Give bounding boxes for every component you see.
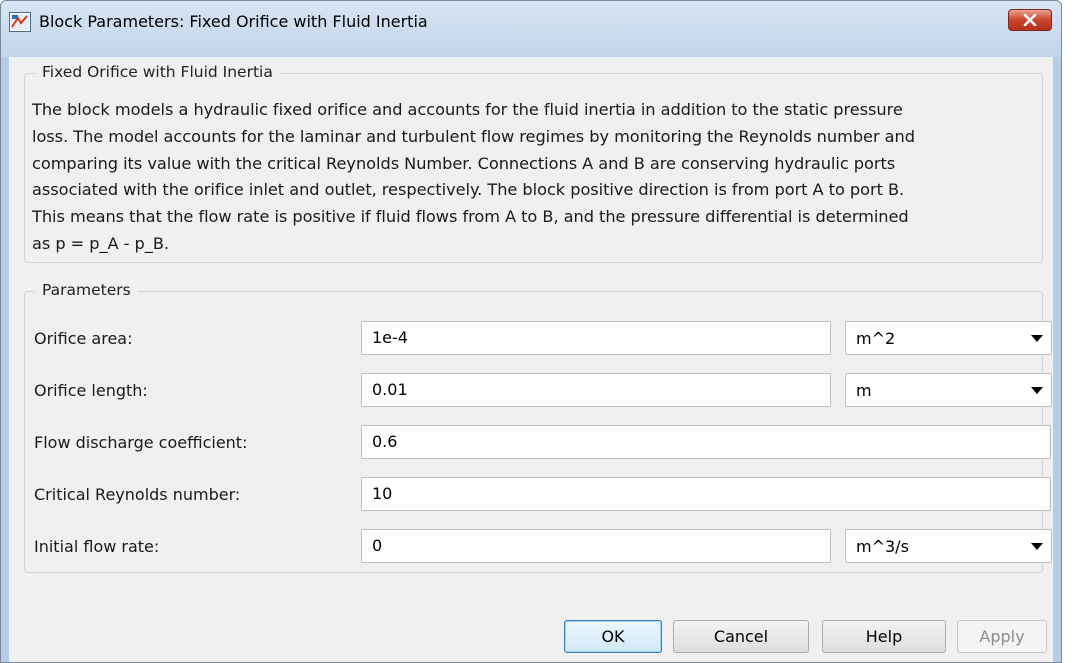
parameters-legend: Parameters bbox=[35, 281, 138, 299]
window-title: Block Parameters: Fixed Orifice with Flu… bbox=[39, 12, 428, 31]
apply-button[interactable]: Apply bbox=[957, 620, 1047, 653]
close-icon bbox=[1023, 14, 1037, 26]
cancel-button[interactable]: Cancel bbox=[673, 620, 809, 653]
description-line: The block models a hydraulic fixed orifi… bbox=[32, 100, 903, 119]
chevron-down-icon bbox=[1031, 543, 1043, 550]
help-button[interactable]: Help bbox=[822, 620, 946, 653]
dialog-window: Block Parameters: Fixed Orifice with Flu… bbox=[0, 0, 1062, 663]
orifice-area-label: Orifice area: bbox=[34, 329, 133, 348]
orifice-length-label: Orifice length: bbox=[34, 381, 148, 400]
flow-discharge-coefficient-input[interactable]: 0.6 bbox=[361, 425, 1051, 459]
chevron-down-icon bbox=[1031, 387, 1043, 394]
orifice-length-unit-select[interactable]: m bbox=[845, 373, 1052, 407]
description-line: This means that the flow rate is positiv… bbox=[32, 207, 909, 227]
critical-reynolds-number-label: Critical Reynolds number: bbox=[34, 485, 241, 504]
critical-reynolds-number-input[interactable]: 10 bbox=[361, 477, 1051, 511]
description-line: as p = p_A - p_B. bbox=[32, 233, 169, 253]
title-bar[interactable]: Block Parameters: Fixed Orifice with Flu… bbox=[1, 1, 1061, 57]
close-button[interactable] bbox=[1008, 9, 1052, 31]
flow-discharge-coefficient-label: Flow discharge coefficient: bbox=[34, 433, 248, 452]
chevron-down-icon bbox=[1031, 335, 1043, 342]
initial-flow-rate-input[interactable]: 0 bbox=[361, 529, 831, 563]
description-line: associated with the orifice inlet and ou… bbox=[32, 180, 905, 200]
parameters-group: Parameters Orifice area: 1e-4 m^2 Orific… bbox=[24, 281, 1052, 573]
description-group: Fixed Orifice with Fluid Inertia The blo… bbox=[24, 63, 1043, 263]
orifice-length-input[interactable]: 0.01 bbox=[361, 373, 831, 407]
initial-flow-rate-label: Initial flow rate: bbox=[34, 537, 160, 556]
description-line: comparing its value with the critical Re… bbox=[32, 153, 896, 173]
simulink-block-icon bbox=[9, 12, 31, 32]
description-line: loss. The model accounts for the laminar… bbox=[32, 126, 915, 146]
dialog-client-area: Fixed Orifice with Fluid Inertia The blo… bbox=[9, 57, 1053, 662]
initial-flow-rate-unit-select[interactable]: m^3/s bbox=[845, 529, 1052, 563]
orifice-area-unit-value: m^2 bbox=[856, 329, 896, 348]
initial-flow-rate-unit-value: m^3/s bbox=[856, 537, 909, 556]
orifice-area-unit-select[interactable]: m^2 bbox=[845, 321, 1052, 355]
orifice-length-unit-value: m bbox=[856, 381, 872, 400]
description-legend: Fixed Orifice with Fluid Inertia bbox=[35, 63, 280, 81]
block-description: The block models a hydraulic fixed orifi… bbox=[32, 97, 1034, 258]
ok-button[interactable]: OK bbox=[564, 620, 662, 653]
orifice-area-input[interactable]: 1e-4 bbox=[361, 321, 831, 355]
